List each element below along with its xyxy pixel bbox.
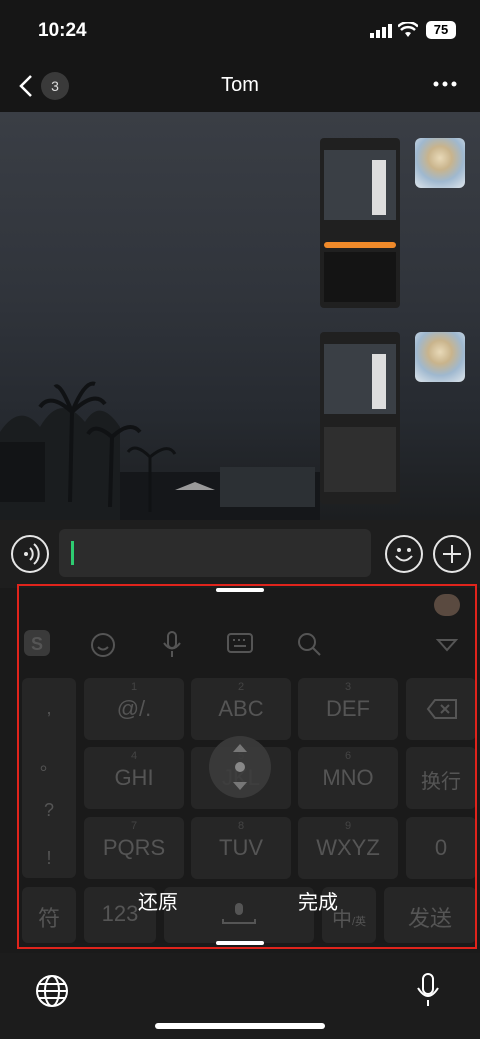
more-options-icon[interactable]	[432, 80, 458, 88]
home-indicator[interactable]	[155, 1023, 325, 1029]
highlight-box	[17, 584, 477, 949]
chat-title: Tom	[221, 74, 259, 96]
screenshot-thumbnail-1[interactable]	[320, 138, 400, 308]
avatar[interactable]	[415, 138, 465, 188]
battery-indicator: 75	[426, 21, 456, 39]
globe-icon[interactable]	[35, 974, 69, 1008]
status-time: 10:24	[38, 20, 87, 41]
avatar[interactable]	[415, 332, 465, 382]
text-cursor	[71, 541, 74, 565]
plus-icon	[443, 545, 461, 563]
emoji-icon	[395, 548, 413, 562]
emoji-button[interactable]	[385, 535, 423, 573]
message-input[interactable]	[59, 529, 371, 577]
dictation-microphone-icon[interactable]	[416, 972, 440, 1008]
more-actions-button[interactable]	[433, 535, 471, 573]
voice-toggle-button[interactable]	[11, 535, 49, 573]
voice-icon	[24, 543, 40, 565]
chat-background	[0, 112, 480, 520]
screenshot-thumbnail-2[interactable]	[320, 332, 400, 504]
palm-trees-silhouette	[0, 381, 320, 520]
signal-icon	[370, 24, 392, 38]
wifi-icon	[398, 22, 418, 37]
